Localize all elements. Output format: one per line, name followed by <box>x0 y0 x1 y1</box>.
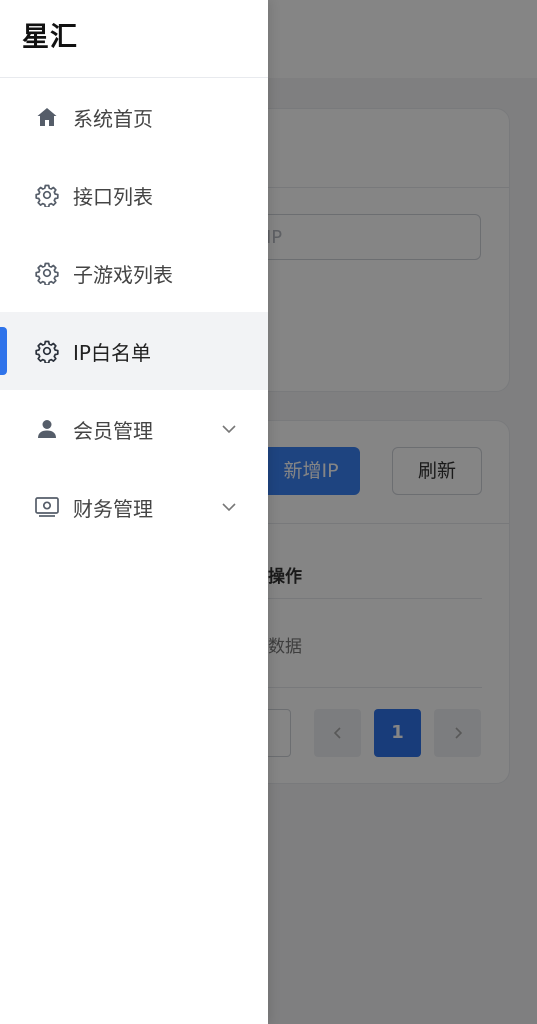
user-icon <box>34 416 60 442</box>
sidebar-item-home[interactable]: 系统首页 <box>0 78 268 156</box>
gear-icon <box>34 182 60 208</box>
sidebar-item-label: 子游戏列表 <box>73 262 173 287</box>
sidebar-menu: 系统首页 接口列表 子游戏列表 IP白名单 会员管理 财务管理 <box>0 78 268 546</box>
sidebar-item-label: IP白名单 <box>73 340 151 365</box>
gear-icon <box>34 260 60 286</box>
wallet-icon <box>34 494 60 520</box>
chevron-down-icon <box>222 503 236 512</box>
sidebar-item-label: 系统首页 <box>73 106 153 131</box>
sidebar-item-label: 会员管理 <box>73 418 153 443</box>
gear-icon <box>34 338 60 364</box>
brand-title: 星汇 <box>0 0 268 78</box>
sidebar-item-label: 财务管理 <box>73 496 153 521</box>
sidebar-item-label: 接口列表 <box>73 184 153 209</box>
sidebar-item-ip-whitelist[interactable]: IP白名单 <box>0 312 268 390</box>
sidebar-item-api-list[interactable]: 接口列表 <box>0 156 268 234</box>
navigation-drawer: 星汇 系统首页 接口列表 子游戏列表 IP白名单 会员管理 财务管理 <box>0 0 268 1024</box>
home-icon <box>34 104 60 130</box>
chevron-down-icon <box>222 425 236 434</box>
sidebar-item-subgame-list[interactable]: 子游戏列表 <box>0 234 268 312</box>
sidebar-item-member-management[interactable]: 会员管理 <box>0 390 268 468</box>
sidebar-item-finance-management[interactable]: 财务管理 <box>0 468 268 546</box>
